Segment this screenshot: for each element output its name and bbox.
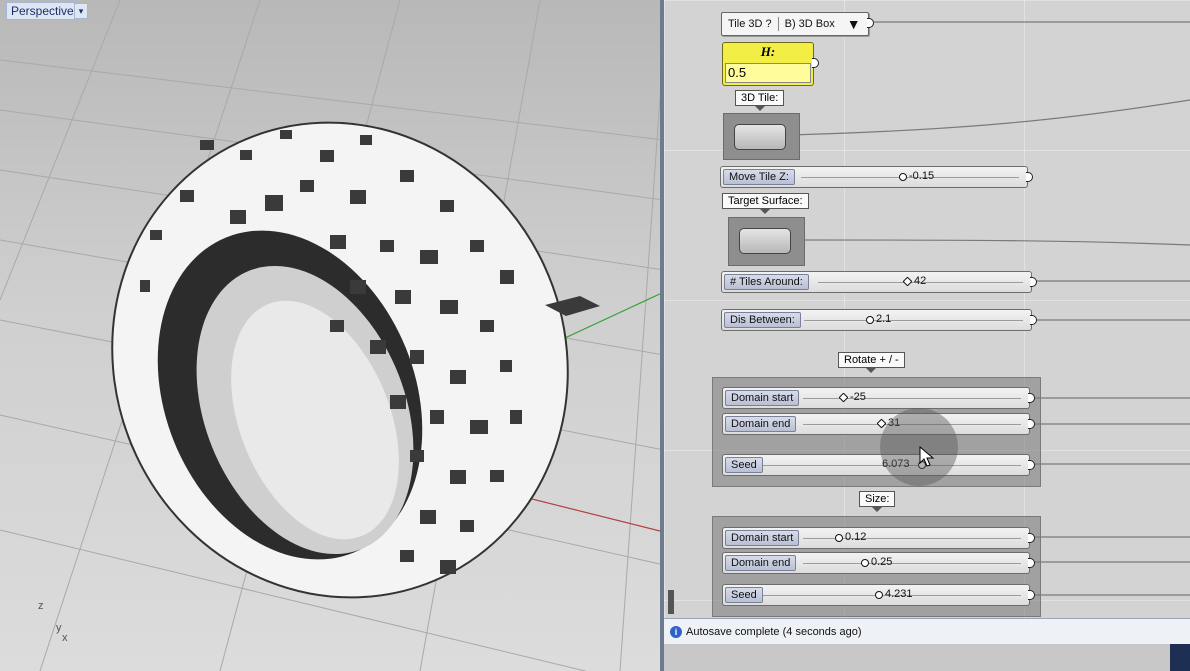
background-strip: [664, 644, 1190, 671]
slider-label: Dis Between:: [724, 312, 801, 328]
size-domain-start-slider[interactable]: Domain start 0.12: [722, 527, 1030, 549]
slider-label: Domain start: [725, 530, 800, 546]
slider-knob[interactable]: [866, 316, 874, 324]
rhino-perspective-viewport[interactable]: Perspective ▾ z y x: [0, 0, 664, 671]
size-domain-end-slider[interactable]: Domain end 0.25: [722, 552, 1030, 574]
slider-label: Domain start: [725, 390, 800, 406]
status-bar: i Autosave complete (4 seconds ago): [664, 618, 1190, 645]
h-param-value[interactable]: 0.5: [725, 63, 811, 83]
size-group-label: Size:: [859, 491, 896, 512]
slider-knob[interactable]: [899, 173, 907, 181]
h-param-title: H:: [760, 44, 776, 59]
target-surface-label: Target Surface:: [722, 193, 809, 214]
axis-z-label: z: [38, 600, 44, 612]
dis-between-slider[interactable]: Dis Between: 2.1: [721, 309, 1032, 331]
info-icon: i: [670, 626, 682, 638]
canvas-scroll-handle[interactable]: [668, 590, 674, 614]
rotate-domain-start-slider[interactable]: Domain start -25: [722, 387, 1030, 409]
slider-value: 4.231: [885, 588, 913, 600]
slider-value: -25: [850, 391, 866, 403]
tile-geometry-param[interactable]: [723, 113, 800, 160]
viewport-grid: [0, 0, 664, 671]
geometry-icon: [734, 124, 786, 150]
slider-label: Domain end: [725, 416, 797, 432]
status-text: Autosave complete (4 seconds ago): [686, 626, 862, 638]
mouse-cursor-icon: [919, 446, 935, 467]
rotate-domain-end-slider[interactable]: Domain end 31: [722, 413, 1030, 435]
tiles-around-slider[interactable]: # Tiles Around: 42: [721, 271, 1032, 293]
slider-value: 0.12: [845, 531, 867, 543]
ring-model: [111, 121, 569, 599]
slider-knob[interactable]: [838, 392, 849, 403]
rotate-seed-slider[interactable]: Seed 6.073: [722, 454, 1030, 476]
slider-label: Seed: [725, 587, 763, 603]
size-seed-slider[interactable]: Seed 4.231: [722, 584, 1030, 606]
dropdown-arrow-icon[interactable]: ▼: [841, 16, 867, 32]
tile-3d-value-list[interactable]: Tile 3D ? B) 3D Box ▼: [721, 12, 869, 36]
viewport-title[interactable]: Perspective: [6, 2, 79, 20]
slider-value: 2.1: [876, 313, 892, 325]
slider-knob[interactable]: [835, 534, 843, 542]
h-number-param[interactable]: H: 0.5: [722, 42, 814, 86]
surface-icon: [739, 228, 791, 254]
rotate-group-label: Rotate + / -: [838, 352, 905, 373]
slider-knob[interactable]: [875, 591, 883, 599]
slider-value: 0.25: [871, 556, 893, 568]
slider-label: Seed: [725, 457, 763, 473]
viewport-menu-arrow-icon[interactable]: ▾: [74, 3, 88, 19]
tile-3d-selected-value[interactable]: B) 3D Box: [779, 18, 841, 30]
slider-value: 42: [914, 275, 927, 287]
slider-label: # Tiles Around:: [724, 274, 809, 290]
slider-knob[interactable]: [902, 276, 913, 287]
slider-track: [803, 563, 1021, 564]
slider-track: [803, 398, 1021, 399]
taskbar-corner: [1170, 644, 1190, 671]
slider-label: Move Tile Z:: [723, 169, 795, 185]
tile-param-label: 3D Tile:: [735, 90, 785, 111]
axis-x-label: x: [62, 632, 68, 644]
slider-value: -0.15: [909, 170, 935, 182]
target-surface-param[interactable]: [728, 217, 805, 266]
axis-y-label: y: [56, 622, 62, 634]
tile-3d-label: Tile 3D ?: [728, 18, 772, 30]
move-tile-z-slider[interactable]: Move Tile Z: -0.15: [720, 166, 1028, 188]
slider-track: [804, 320, 1023, 321]
slider-knob[interactable]: [861, 559, 869, 567]
slider-label: Domain end: [725, 555, 797, 571]
